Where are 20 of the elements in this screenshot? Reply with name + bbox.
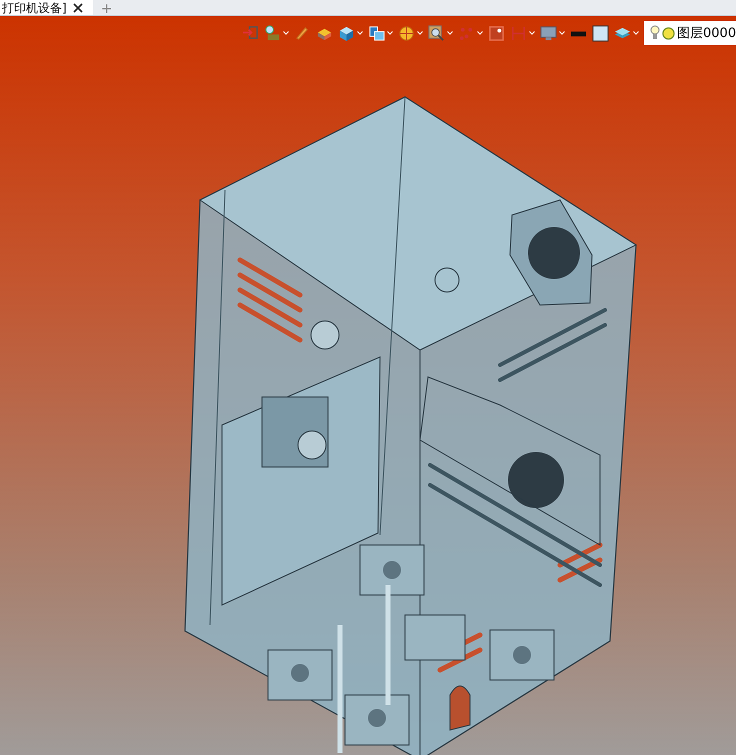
cube-icon[interactable] — [338, 24, 355, 42]
caret-icon[interactable] — [417, 31, 423, 35]
caret-icon[interactable] — [283, 31, 289, 35]
monitor-icon[interactable] — [540, 24, 557, 42]
caret-icon[interactable] — [559, 31, 565, 35]
caret-icon[interactable] — [477, 31, 483, 35]
close-icon[interactable] — [72, 2, 83, 12]
light-bulb-icon[interactable] — [650, 25, 660, 41]
caret-icon[interactable] — [633, 31, 639, 35]
color-swatch-icon[interactable] — [592, 24, 609, 42]
view-cube-icon[interactable] — [368, 24, 385, 42]
caret-icon[interactable] — [529, 31, 535, 35]
layer-field[interactable]: 图层0000 — [644, 21, 736, 45]
document-tab[interactable]: 打印机设备] — [0, 0, 93, 15]
caret-icon[interactable] — [357, 31, 363, 35]
caret-icon[interactable] — [387, 31, 393, 35]
frame-icon[interactable] — [488, 24, 505, 42]
zoom-icon[interactable] — [428, 24, 445, 42]
caret-icon[interactable] — [447, 31, 453, 35]
circle-icon[interactable] — [662, 26, 675, 40]
